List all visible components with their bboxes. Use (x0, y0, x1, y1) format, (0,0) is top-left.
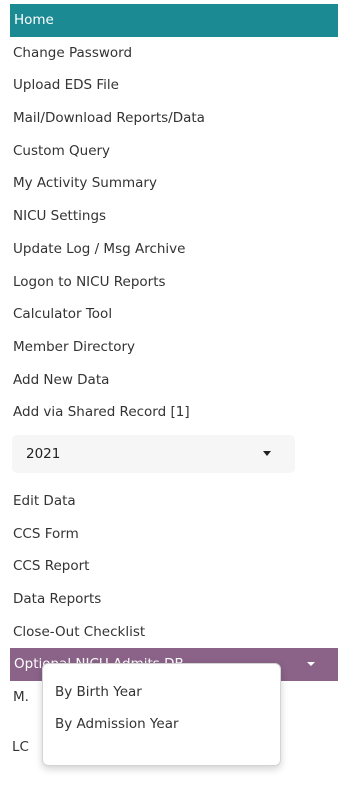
nav-item-update-log[interactable]: Update Log / Msg Archive (10, 233, 338, 266)
nav-item-home[interactable]: Home (10, 4, 338, 37)
sidebar-nav: Home Change Password Upload EDS File Mai… (10, 4, 338, 713)
nav-item-member-directory[interactable]: Member Directory (10, 331, 338, 364)
dropdown-item-by-admission-year[interactable]: By Admission Year (43, 708, 280, 740)
chevron-down-icon (307, 662, 315, 667)
nav-item-nicu-settings[interactable]: NICU Settings (10, 200, 338, 233)
nav-item-truncated-lc[interactable]: LC (12, 739, 29, 755)
optional-db-dropdown-menu: By Birth Year By Admission Year (42, 663, 281, 766)
nav-item-edit-data[interactable]: Edit Data (10, 485, 338, 518)
nav-item-calculator-tool[interactable]: Calculator Tool (10, 298, 338, 331)
nav-item-custom-query[interactable]: Custom Query (10, 135, 338, 168)
year-select-wrapper: 2021 (10, 429, 338, 485)
nav-item-logon-nicu-reports[interactable]: Logon to NICU Reports (10, 266, 338, 299)
year-select-value: 2021 (26, 445, 61, 462)
nav-item-add-new-data[interactable]: Add New Data (10, 364, 338, 397)
nav-item-upload-eds-file[interactable]: Upload EDS File (10, 69, 338, 102)
year-select[interactable]: 2021 (12, 434, 295, 473)
nav-item-change-password[interactable]: Change Password (10, 37, 338, 70)
nav-item-activity-summary[interactable]: My Activity Summary (10, 167, 338, 200)
dropdown-item-by-birth-year[interactable]: By Birth Year (43, 676, 280, 708)
nav-item-add-shared-record[interactable]: Add via Shared Record [1] (10, 396, 338, 429)
nav-item-ccs-report[interactable]: CCS Report (10, 550, 338, 583)
chevron-down-icon (263, 450, 271, 456)
nav-item-close-out-checklist[interactable]: Close-Out Checklist (10, 616, 338, 649)
nav-item-ccs-form[interactable]: CCS Form (10, 518, 338, 551)
nav-item-data-reports[interactable]: Data Reports (10, 583, 338, 616)
nav-item-mail-download[interactable]: Mail/Download Reports/Data (10, 102, 338, 135)
